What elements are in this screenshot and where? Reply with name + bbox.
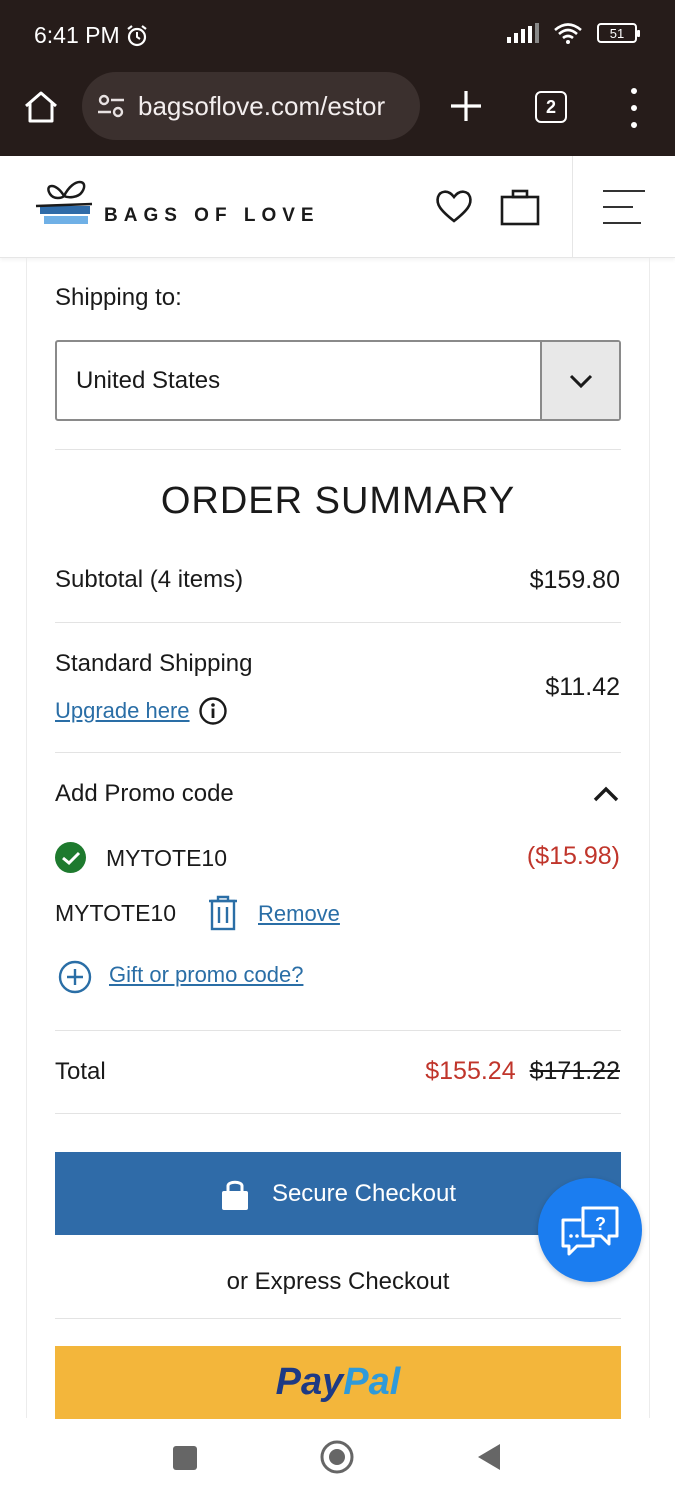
url-text: bagsoflove.com/estor: [138, 90, 386, 121]
battery-level: 51: [609, 25, 625, 41]
more-menu-icon[interactable]: [622, 88, 646, 128]
shipping-label: Shipping to:: [55, 284, 182, 311]
discount-value: ($15.98): [526, 842, 620, 870]
site-header: BAGS OF LOVE: [0, 156, 675, 258]
status-time: 6:41 PM: [34, 22, 150, 49]
promo-section-label[interactable]: Add Promo code: [55, 780, 234, 808]
divider: [55, 1318, 621, 1319]
divider: [55, 1030, 621, 1031]
applied-promo-code: MYTOTE10: [106, 845, 227, 871]
remove-promo-link[interactable]: Remove: [258, 901, 340, 927]
shipping-cost-value: $11.42: [545, 673, 620, 701]
new-tab-icon[interactable]: [446, 86, 486, 126]
header-divider: [572, 156, 573, 258]
nav-home-icon[interactable]: [320, 1440, 354, 1474]
country-value: United States: [76, 366, 221, 394]
time-text: 6:41 PM: [34, 22, 120, 48]
gift-promo-link[interactable]: Gift or promo code?: [109, 962, 303, 988]
battery-indicator: 51: [597, 23, 640, 43]
url-bar[interactable]: bagsoflove.com/estor: [82, 72, 420, 140]
chevron-up-icon[interactable]: [592, 780, 620, 808]
check-circle-icon: [55, 842, 86, 873]
paypal-button[interactable]: Pay Pal: [55, 1346, 621, 1419]
tab-switcher-button[interactable]: 2: [535, 91, 567, 123]
secure-checkout-button[interactable]: Secure Checkout: [55, 1152, 621, 1235]
original-total-value: $171.22: [529, 1057, 620, 1085]
subtotal-label: Subtotal (4 items): [55, 566, 244, 593]
express-checkout-label: or Express Checkout: [226, 1268, 450, 1295]
paypal-logo-part2: Pal: [343, 1361, 401, 1403]
status-icons: 51: [507, 22, 640, 44]
recents-button[interactable]: [173, 1446, 197, 1470]
checkout-label: Secure Checkout: [271, 1179, 457, 1207]
home-button[interactable]: [20, 86, 62, 128]
home-icon: [25, 91, 57, 123]
total-label: Total: [55, 1058, 106, 1085]
country-select[interactable]: United States: [55, 340, 621, 421]
divider: [55, 1113, 621, 1114]
brand-logo[interactable]: BAGS OF LOVE: [34, 174, 314, 234]
info-icon[interactable]: [198, 696, 228, 726]
promo-code-entry: MYTOTE10: [55, 900, 176, 926]
chat-bubble-icon: ?: [561, 1206, 619, 1256]
total-value: $155.24: [425, 1057, 516, 1085]
brand-name: BAGS OF LOVE: [104, 205, 320, 226]
nav-back-icon[interactable]: [476, 1442, 502, 1472]
add-circle-icon[interactable]: [58, 960, 92, 994]
divider: [55, 752, 621, 753]
subtotal-value: $159.80: [529, 566, 620, 594]
signal-icon: [507, 23, 539, 43]
trash-icon[interactable]: [207, 895, 239, 931]
paypal-logo-part1: Pay: [275, 1361, 344, 1403]
android-nav-bar: [0, 1420, 675, 1500]
hamburger-menu-icon[interactable]: [603, 190, 645, 224]
shopping-bag-icon[interactable]: [500, 188, 540, 226]
wifi-icon: [554, 23, 582, 44]
total-values: $155.24 $171.22: [425, 1057, 620, 1086]
dropdown-arrow[interactable]: [540, 342, 619, 419]
divider: [55, 622, 621, 623]
browser-chrome: 6:41 PM 51 bagsoflove.com/estor 2: [0, 0, 675, 156]
svg-text:?: ?: [595, 1214, 606, 1234]
divider: [55, 449, 621, 450]
tab-count: 2: [545, 96, 556, 117]
chat-help-button[interactable]: ?: [538, 1178, 642, 1282]
gift-logo-icon: [35, 180, 93, 224]
wishlist-heart-icon[interactable]: [434, 186, 474, 226]
lock-icon: [221, 1180, 248, 1210]
order-summary-title: ORDER SUMMARY: [160, 480, 516, 522]
chevron-down-icon: [569, 374, 592, 388]
alarm-icon: [126, 24, 147, 46]
shipping-method-label: Standard Shipping: [55, 650, 253, 677]
site-settings-icon[interactable]: [96, 91, 126, 121]
upgrade-shipping-link[interactable]: Upgrade here: [55, 698, 190, 724]
